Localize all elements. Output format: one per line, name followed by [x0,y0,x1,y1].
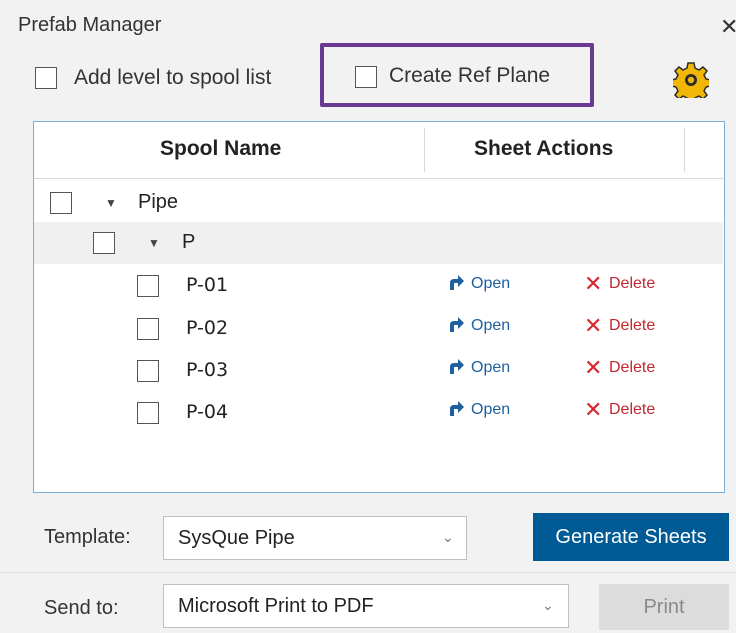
template-label: Template: [44,526,131,548]
add-level-checkbox[interactable] [35,67,57,89]
column-sheet-actions[interactable]: Sheet Actions [474,137,613,161]
send-to-value: Microsoft Print to PDF [178,595,374,617]
row-checkbox[interactable] [137,275,159,297]
chevron-down-icon: ⌄ [542,597,554,613]
spool-name: P-04 [186,401,229,423]
row-checkbox[interactable] [137,318,159,340]
table-header: Spool Name Sheet Actions [34,122,723,179]
delete-icon[interactable]: ✕ [584,399,602,421]
open-link[interactable]: Open [471,401,510,419]
send-to-label: Send to: [44,597,119,619]
table-row[interactable]: P-02 Open ✕ Delete [34,306,723,348]
spool-name: P-02 [186,317,229,339]
delete-link[interactable]: Delete [609,401,655,419]
column-divider[interactable] [424,128,425,172]
open-icon[interactable] [447,400,465,418]
group-label: P [182,231,196,253]
open-link[interactable]: Open [471,359,510,377]
close-icon[interactable]: ✕ [720,14,736,40]
group-checkbox[interactable] [93,232,115,254]
print-button[interactable]: Print [599,584,729,630]
delete-link[interactable]: Delete [609,359,655,377]
group-checkbox[interactable] [50,192,72,214]
window-title: Prefab Manager [18,14,162,36]
divider [0,572,736,573]
table-row[interactable]: P-01 Open ✕ Delete [34,264,723,306]
spool-name: P-01 [186,274,229,296]
gear-icon[interactable] [673,62,709,98]
tree-group-row[interactable]: ▼ Pipe [34,180,723,222]
create-ref-plane-label: Create Ref Plane [389,64,551,87]
expand-arrow-icon[interactable]: ▼ [105,196,117,210]
table-row[interactable]: P-04 Open ✕ Delete [34,390,723,432]
tree-group-row[interactable]: ▼ P [34,222,723,264]
column-spool-name[interactable]: Spool Name [160,137,281,161]
open-link[interactable]: Open [471,275,510,293]
open-icon[interactable] [447,274,465,292]
delete-icon[interactable]: ✕ [584,357,602,379]
create-ref-plane-checkbox[interactable] [355,66,377,88]
row-checkbox[interactable] [137,360,159,382]
spool-name: P-03 [186,359,229,381]
template-value: SysQue Pipe [178,527,295,549]
column-divider[interactable] [684,128,685,172]
open-icon[interactable] [447,316,465,334]
template-select[interactable]: SysQue Pipe ⌄ [163,516,467,560]
prefab-manager-window: Prefab Manager ✕ Add level to spool list… [0,0,736,633]
delete-icon[interactable]: ✕ [584,273,602,295]
generate-sheets-button[interactable]: Generate Sheets [533,513,729,561]
group-label: Pipe [138,191,179,213]
open-icon[interactable] [447,358,465,376]
table-row[interactable]: P-03 Open ✕ Delete [34,348,723,390]
delete-link[interactable]: Delete [609,275,655,293]
spool-tree: Spool Name Sheet Actions ▼ Pipe ▼ P P-01… [33,121,725,493]
delete-icon[interactable]: ✕ [584,315,602,337]
add-level-label: Add level to spool list [74,66,272,89]
send-to-select[interactable]: Microsoft Print to PDF ⌄ [163,584,569,628]
expand-arrow-icon[interactable]: ▼ [148,236,160,250]
delete-link[interactable]: Delete [609,317,655,335]
open-link[interactable]: Open [471,317,510,335]
row-checkbox[interactable] [137,402,159,424]
chevron-down-icon: ⌄ [442,529,454,545]
